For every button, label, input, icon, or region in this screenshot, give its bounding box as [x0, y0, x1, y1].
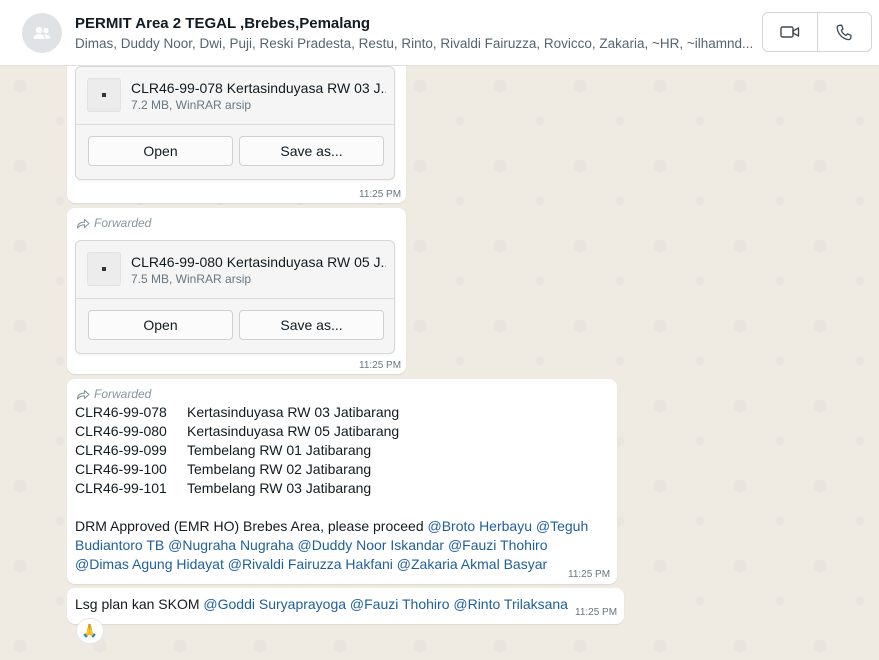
mention-link[interactable]: @Dimas Agung Hidayat [75, 556, 224, 572]
permit-desc: Tembelang RW 03 Jatibarang [187, 480, 372, 496]
file-message: CLR46-99-078 Kertasinduyasa RW 03 J... 7… [67, 66, 406, 203]
phone-call-icon [836, 24, 852, 40]
video-call-icon [780, 26, 799, 38]
participants-list[interactable]: Dimas, Duddy Noor, Dwi, Puji, Reski Prad… [75, 36, 755, 51]
chat-title[interactable]: PERMIT Area 2 TEGAL ,Brebes,Pemalang [75, 15, 370, 32]
open-button[interactable]: Open [88, 310, 233, 340]
permit-code: CLR46-99-080 [75, 423, 167, 439]
divider [76, 298, 394, 299]
file-name: CLR46-99-078 Kertasinduyasa RW 03 J... [131, 80, 386, 96]
message-time: 11:25 PM [568, 569, 611, 580]
divider [76, 124, 394, 125]
save-as-button[interactable]: Save as... [239, 310, 384, 340]
chat-header: PERMIT Area 2 TEGAL ,Brebes,Pemalang Dim… [0, 0, 879, 66]
forward-arrow-icon [76, 389, 90, 400]
permit-desc: Kertasinduyasa RW 03 Jatibarang [187, 404, 400, 420]
file-meta: 7.2 MB, WinRAR arsip [131, 98, 252, 112]
forwarded-label: Forwarded [76, 387, 151, 401]
message-prefix: Lsg plan kan SKOM [75, 596, 200, 612]
permit-code: CLR46-99-100 [75, 461, 167, 477]
forward-arrow-icon [76, 218, 90, 229]
file-name: CLR46-99-080 Kertasinduyasa RW 05 J... [131, 254, 386, 270]
permit-row: CLR46-99-080 Kertasinduyasa RW 05 Jatibar… [75, 422, 605, 441]
message-time: 11:25 PM [359, 360, 402, 371]
mention-link[interactable]: @Fauzi Thohiro [350, 596, 450, 612]
mention-link[interactable]: @Goddi Suryaprayoga [203, 596, 346, 612]
permit-desc: Tembelang RW 01 Jatibarang [187, 442, 372, 458]
permit-desc: Tembelang RW 02 Jatibarang [187, 461, 372, 477]
video-call-button[interactable] [763, 13, 817, 51]
permit-code: CLR46-99-099 [75, 442, 167, 458]
permit-code: CLR46-99-078 [75, 404, 167, 420]
chat-messages-area[interactable]: CLR46-99-078 Kertasinduyasa RW 03 J... 7… [0, 66, 879, 660]
permit-desc: Kertasinduyasa RW 05 Jatibarang [187, 423, 400, 439]
mention-link[interactable]: @Duddy Noor Iskandar [298, 537, 445, 553]
save-as-button[interactable]: Save as... [239, 136, 384, 166]
permit-row: CLR46-99-101 Tembelang RW 03 Jatibarang [75, 479, 605, 498]
file-attachment[interactable]: CLR46-99-078 Kertasinduyasa RW 03 J... 7… [75, 66, 395, 180]
approval-paragraph: DRM Approved (EMR HO) Brebes Area, pleas… [75, 517, 605, 574]
message-body: Lsg plan kan SKOM @Goddi Suryaprayoga @F… [75, 595, 575, 614]
file-message: Forwarded CLR46-99-080 Kertasinduyasa RW… [67, 208, 406, 374]
group-avatar-icon[interactable] [22, 13, 62, 53]
forwarded-text: Forwarded [94, 387, 152, 401]
file-attachment[interactable]: CLR46-99-080 Kertasinduyasa RW 05 J... 7… [75, 240, 395, 354]
archive-file-icon [87, 252, 121, 286]
text-message: Forwarded CLR46-99-078 Kertasinduyasa RW … [67, 379, 617, 584]
mention-link[interactable]: @Broto Herbayu [428, 518, 532, 534]
permit-row: CLR46-99-099 Tembelang RW 01 Jatibarang [75, 441, 605, 460]
mention-link[interactable]: @Rivaldi Fairuzza Hakfani [228, 556, 393, 572]
message-body: CLR46-99-078 Kertasinduyasa RW 03 Jatibar… [75, 403, 605, 574]
permit-row: CLR46-99-078 Kertasinduyasa RW 03 Jatibar… [75, 403, 605, 422]
forwarded-label: Forwarded [76, 216, 151, 230]
open-button[interactable]: Open [88, 136, 233, 166]
archive-file-icon [87, 78, 121, 112]
permit-code: CLR46-99-101 [75, 480, 167, 496]
voice-call-button[interactable] [816, 13, 872, 51]
reaction-emoji: 🙏 [81, 623, 99, 638]
approval-text: DRM Approved (EMR HO) Brebes Area, pleas… [75, 518, 424, 534]
text-message: Lsg plan kan SKOM @Goddi Suryaprayoga @F… [67, 588, 624, 624]
mention-link[interactable]: @Nugraha Nugraha [168, 537, 294, 553]
call-buttons [762, 12, 872, 52]
permit-row: CLR46-99-100 Tembelang RW 02 Jatibarang [75, 460, 605, 479]
forwarded-text: Forwarded [94, 216, 152, 230]
message-time: 11:25 PM [359, 189, 402, 200]
reaction-badge[interactable]: 🙏 [76, 618, 104, 644]
mention-link[interactable]: @Fauzi Thohiro [448, 537, 548, 553]
message-time: 11:25 PM [575, 607, 618, 618]
file-meta: 7.5 MB, WinRAR arsip [131, 272, 252, 286]
mention-link[interactable]: @Zakaria Akmal Basyar [397, 556, 547, 572]
mention-link[interactable]: @Rinto Trilaksana [453, 596, 568, 612]
